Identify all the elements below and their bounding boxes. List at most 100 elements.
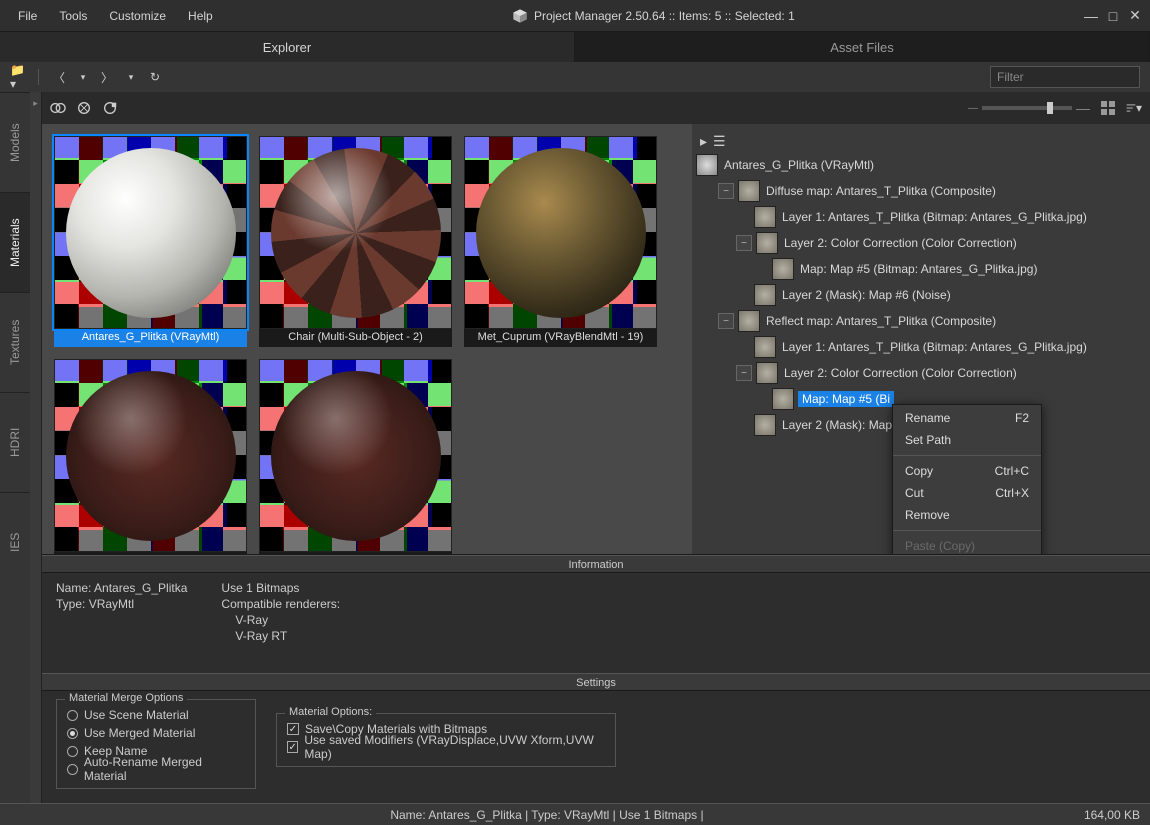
toolbar: 📁▾ 〈 ▾ 〉 ▾ ↻ Filter (0, 62, 1150, 92)
side-tab-materials[interactable]: Materials (0, 192, 30, 292)
collapse-icon[interactable]: − (718, 313, 734, 329)
status-bar: Name: Antares_G_Plitka | Type: VRayMtl |… (0, 803, 1150, 825)
ctx-set-path[interactable]: Set Path (893, 429, 1041, 451)
side-tab-ies[interactable]: IES (0, 492, 30, 592)
side-collapse-handle[interactable]: ▸ (30, 92, 42, 803)
collapse-icon[interactable]: − (736, 235, 752, 251)
thumb-caption: Wood_Dark (VRayMtl) (54, 552, 247, 554)
thumb-item[interactable]: Wood_Dark (VRayMtl) (54, 359, 247, 554)
ctx-rename[interactable]: RenameF2 (893, 407, 1041, 429)
thumb-caption: Chair (Multi-Sub-Object - 2) (259, 329, 452, 347)
sort-icon[interactable]: ▾ (1126, 100, 1142, 116)
folder-dropdown-icon[interactable]: 📁▾ (10, 69, 26, 85)
nav-back-icon[interactable]: 〈 (51, 69, 67, 85)
status-size: 164,00 KB (1084, 808, 1140, 822)
menu-customize[interactable]: Customize (99, 5, 176, 27)
tree-node[interactable]: Layer 2 (Mask): Map #6 (Noise) (696, 282, 1146, 308)
close-button[interactable]: ✕ (1128, 9, 1142, 23)
side-tab-hdri[interactable]: HDRI (0, 392, 30, 492)
thumb-toolbar: — — ▾ (42, 92, 1150, 124)
status-center: Name: Antares_G_Plitka | Type: VRayMtl |… (10, 808, 1084, 822)
tool-icon-3[interactable] (102, 100, 118, 116)
tool-icon-1[interactable] (50, 100, 66, 116)
settings-header[interactable]: Settings (42, 673, 1150, 691)
thumb-caption: Wood_Dark_Sed...ayBlendMtl - 19) (259, 552, 452, 554)
tree-node[interactable]: Map: Map #5 (Bitmap: Antares_G_Plitka.jp… (696, 256, 1146, 282)
context-menu: RenameF2 Set Path CopyCtrl+C CutCtrl+X R… (892, 404, 1042, 554)
collapse-icon[interactable]: − (718, 183, 734, 199)
ctx-cut[interactable]: CutCtrl+X (893, 482, 1041, 504)
map-swatch-icon (756, 362, 778, 384)
info-name-value: Antares_G_Plitka (94, 581, 187, 595)
map-swatch-icon (754, 206, 776, 228)
window-title: Project Manager 2.50.64 :: Items: 5 :: S… (534, 9, 795, 23)
menu-file[interactable]: File (8, 5, 47, 27)
radio-use-scene[interactable]: Use Scene Material (67, 706, 245, 724)
grid-view-icon[interactable] (1100, 100, 1116, 116)
ctx-paste-copy: Paste (Copy) (893, 535, 1041, 554)
info-compat: Compatible renderers: (221, 597, 340, 611)
matopt-legend: Material Options: (285, 706, 376, 718)
material-swatch-icon (696, 154, 718, 176)
merge-legend: Material Merge Options (65, 692, 187, 704)
thumb-item[interactable]: Chair (Multi-Sub-Object - 2) (259, 136, 452, 347)
map-swatch-icon (754, 336, 776, 358)
tree-root[interactable]: Antares_G_Plitka (VRayMtl) (696, 152, 1146, 178)
map-swatch-icon (772, 388, 794, 410)
side-tabs: Models Materials Textures HDRI IES (0, 92, 30, 803)
thumb-caption: Antares_G_Plitka (VRayMtl) (54, 329, 247, 347)
settings-panel: Material Merge Options Use Scene Materia… (42, 691, 1150, 803)
tree-node[interactable]: Layer 1: Antares_T_Plitka (Bitmap: Antar… (696, 334, 1146, 360)
back-dropdown-icon[interactable]: ▾ (75, 69, 91, 85)
title-bar: File Tools Customize Help Project Manage… (0, 0, 1150, 32)
info-renderer-2: V-Ray RT (221, 629, 340, 643)
tree-node[interactable]: Layer 1: Antares_T_Plitka (Bitmap: Antar… (696, 204, 1146, 230)
side-tab-models[interactable]: Models (0, 92, 30, 192)
radio-auto-rename[interactable]: Auto-Rename Merged Material (67, 760, 245, 778)
maximize-button[interactable]: □ (1106, 9, 1120, 23)
filter-input[interactable]: Filter (990, 66, 1140, 88)
app-logo-icon (512, 8, 528, 24)
tab-explorer[interactable]: Explorer (0, 32, 575, 62)
tree-node[interactable]: − Layer 2: Color Correction (Color Corre… (696, 360, 1146, 386)
tree-list-icon[interactable]: ☰ (713, 133, 726, 150)
info-bitmaps: Use 1 Bitmaps (221, 581, 340, 595)
tab-asset-files[interactable]: Asset Files (575, 32, 1150, 62)
tree-expand-icon[interactable]: ▸ (700, 133, 707, 150)
side-tab-textures[interactable]: Textures (0, 292, 30, 392)
thumb-caption: Met_Cuprum (VRayBlendMtl - 19) (464, 329, 657, 347)
tree-node[interactable]: − Layer 2: Color Correction (Color Corre… (696, 230, 1146, 256)
info-type-label: Type: (56, 597, 85, 611)
tree-node[interactable]: − Reflect map: Antares_T_Plitka (Composi… (696, 308, 1146, 334)
check-use-modifiers[interactable]: ✓Use saved Modifiers (VRayDisplace,UVW X… (287, 738, 605, 756)
radio-use-merged[interactable]: Use Merged Material (67, 724, 245, 742)
refresh-icon[interactable]: ↻ (147, 69, 163, 85)
info-name-label: Name: (56, 581, 91, 595)
main-tab-bar: Explorer Asset Files (0, 32, 1150, 62)
tool-icon-2[interactable] (76, 100, 92, 116)
ctx-remove[interactable]: Remove (893, 504, 1041, 526)
thumb-item[interactable]: Met_Cuprum (VRayBlendMtl - 19) (464, 136, 657, 347)
nav-forward-icon[interactable]: 〉 (99, 69, 115, 85)
ctx-copy[interactable]: CopyCtrl+C (893, 460, 1041, 482)
thumb-size-slider[interactable]: — — (968, 100, 1090, 116)
map-swatch-icon (772, 258, 794, 280)
minimize-button[interactable]: — (1084, 9, 1098, 23)
info-header[interactable]: Information (42, 555, 1150, 573)
menu-help[interactable]: Help (178, 5, 223, 27)
map-swatch-icon (754, 414, 776, 436)
info-renderer-1: V-Ray (221, 613, 340, 627)
map-swatch-icon (754, 284, 776, 306)
menu-tools[interactable]: Tools (49, 5, 97, 27)
info-panel: Name: Antares_G_Plitka Type: VRayMtl Use… (42, 573, 1150, 673)
forward-dropdown-icon[interactable]: ▾ (123, 69, 139, 85)
thumbnail-grid: Antares_G_Plitka (VRayMtl) Chair (Multi-… (42, 124, 692, 554)
map-swatch-icon (756, 232, 778, 254)
map-swatch-icon (738, 180, 760, 202)
tree-node[interactable]: − Diffuse map: Antares_T_Plitka (Composi… (696, 178, 1146, 204)
tree-panel: ▸ ☰ Antares_G_Plitka (VRayMtl) − Diffuse… (692, 124, 1150, 554)
thumb-item[interactable]: Antares_G_Plitka (VRayMtl) (54, 136, 247, 347)
collapse-icon[interactable]: − (736, 365, 752, 381)
thumb-item[interactable]: Wood_Dark_Sed...ayBlendMtl - 19) (259, 359, 452, 554)
info-type-value: VRayMtl (89, 597, 134, 611)
